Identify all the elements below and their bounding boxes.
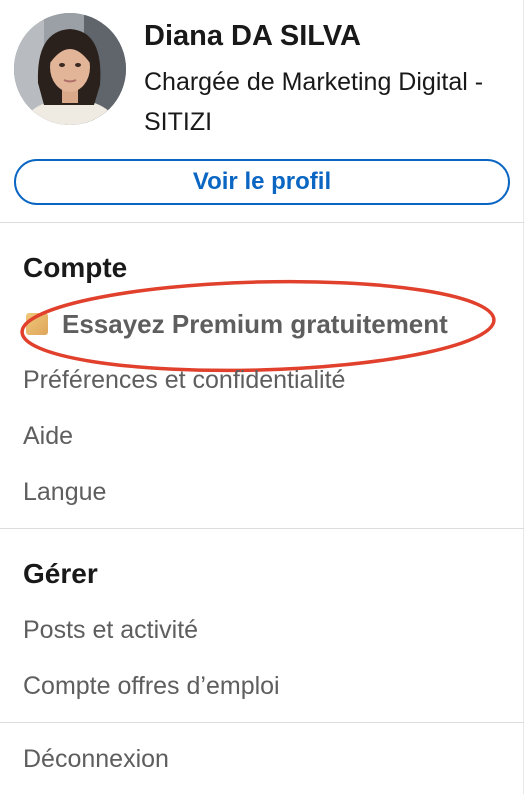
section-divider: [0, 528, 524, 529]
try-premium-link[interactable]: Essayez Premium gratuitement: [26, 309, 448, 339]
profile-photo-icon: [14, 13, 126, 125]
manage-section-title: Gérer: [23, 558, 98, 589]
avatar[interactable]: [14, 13, 126, 125]
view-profile-button[interactable]: Voir le profil: [14, 159, 510, 205]
menu-item-posts-activity[interactable]: Posts et activité: [23, 616, 198, 645]
profile-headline: Chargée de Marketing Digital - SITIZI: [144, 68, 484, 136]
section-divider: [0, 722, 524, 723]
profile-name[interactable]: Diana DA SILVA: [144, 20, 361, 53]
menu-item-preferences-privacy[interactable]: Préférences et confidentialité: [23, 366, 345, 395]
menu-item-job-posting-account[interactable]: Compte offres d’emploi: [23, 672, 280, 701]
premium-badge-icon: [26, 313, 48, 335]
profile-header: Diana DA SILVA Chargée de Marketing Digi…: [0, 0, 524, 150]
menu-item-help[interactable]: Aide: [23, 422, 73, 451]
account-dropdown-menu: Diana DA SILVA Chargée de Marketing Digi…: [0, 0, 524, 794]
section-divider: [0, 222, 524, 223]
try-premium-label: Essayez Premium gratuitement: [62, 308, 448, 339]
account-section-title: Compte: [23, 252, 128, 283]
menu-item-language[interactable]: Langue: [23, 478, 106, 507]
sign-out-link[interactable]: Déconnexion: [23, 745, 169, 774]
